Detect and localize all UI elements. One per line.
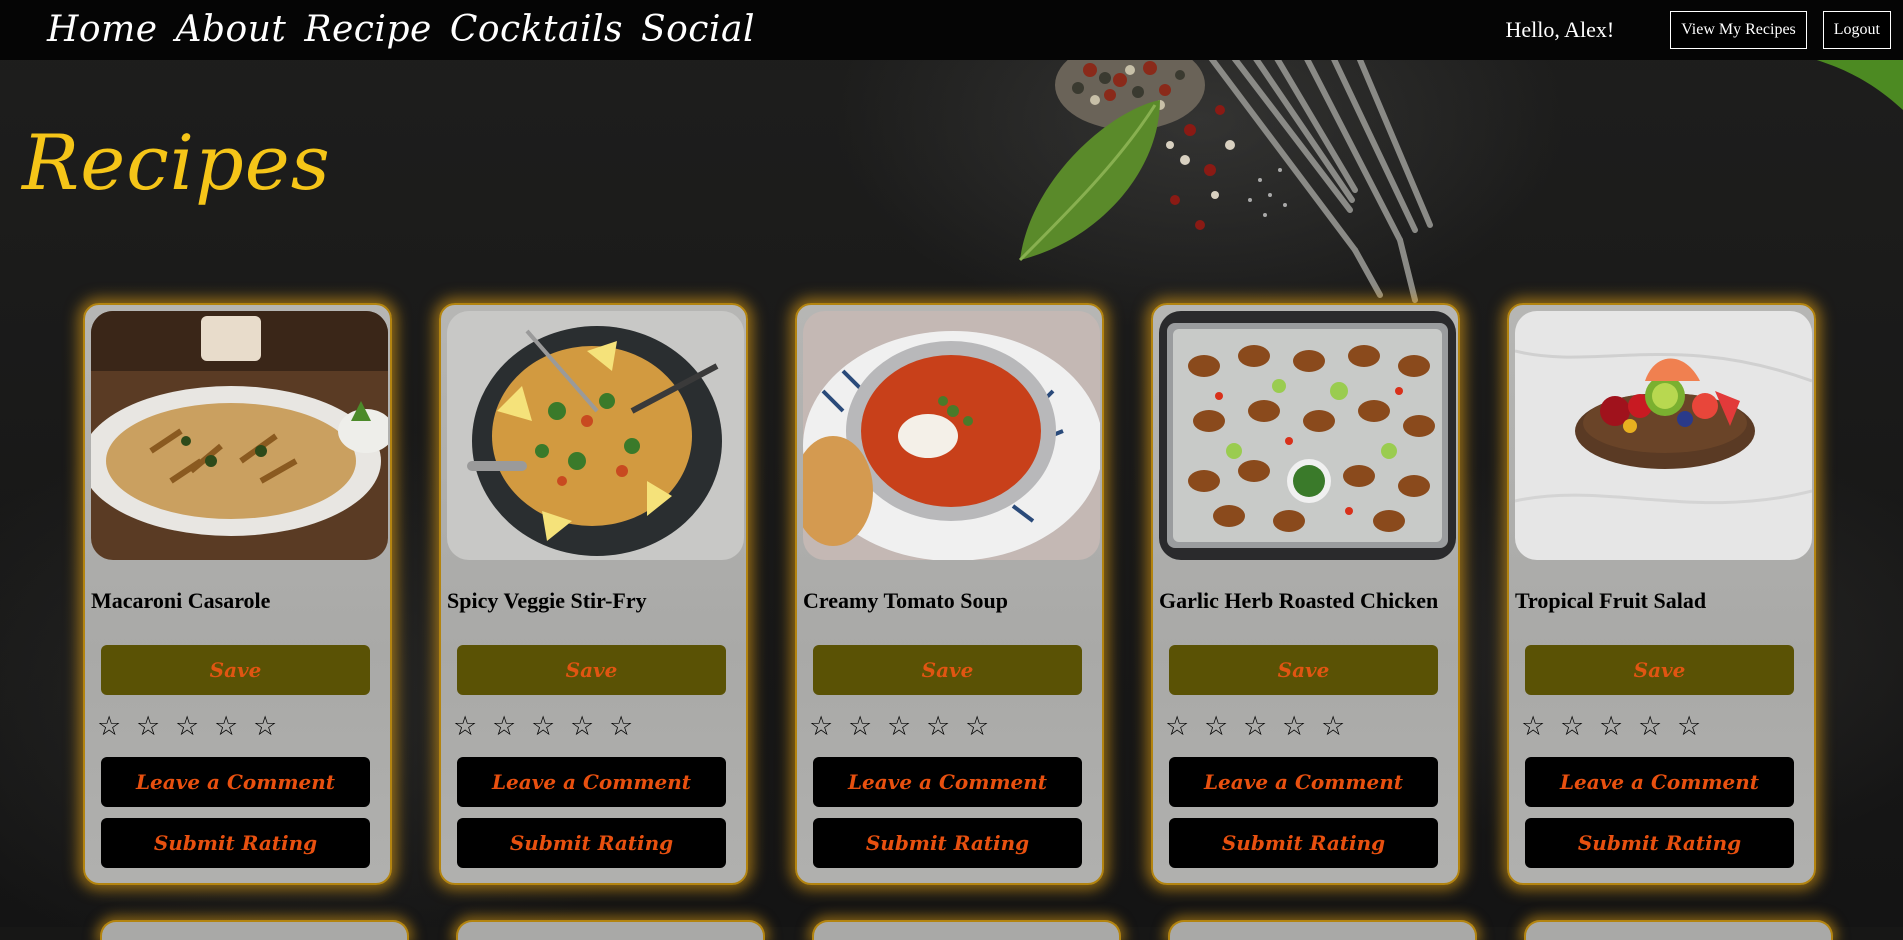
submit-rating-button[interactable]: Submit Rating (813, 818, 1082, 868)
star-icon[interactable]: ☆ (1521, 713, 1560, 740)
star-icon[interactable]: ☆ (1282, 713, 1321, 740)
nav-link-cocktails[interactable]: Cocktails (450, 12, 623, 48)
star-icon[interactable]: ☆ (214, 713, 253, 740)
save-button[interactable]: Save (1169, 645, 1438, 695)
star-icon[interactable]: ☆ (97, 713, 136, 740)
star-icon[interactable]: ☆ (253, 713, 292, 740)
nav-link-about[interactable]: About (176, 12, 287, 48)
recipe-card-partial (1168, 920, 1477, 940)
recipe-name: Spicy Veggie Stir-Fry (447, 588, 647, 613)
recipe-name: Tropical Fruit Salad (1515, 588, 1707, 613)
user-greeting: Hello, Alex! (1505, 17, 1615, 42)
star-rating: ☆ ☆ ☆ ☆ ☆ (1165, 713, 1360, 740)
star-icon[interactable]: ☆ (1638, 713, 1677, 740)
save-button[interactable]: Save (813, 645, 1082, 695)
star-icon[interactable]: ☆ (531, 713, 570, 740)
recipe-name: Macaroni Casarole (91, 588, 271, 613)
recipe-card-partial (456, 920, 765, 940)
star-icon[interactable]: ☆ (570, 713, 609, 740)
view-my-recipes-button[interactable]: View My Recipes (1670, 11, 1807, 49)
star-icon[interactable]: ☆ (926, 713, 965, 740)
star-icon[interactable]: ☆ (453, 713, 492, 740)
leave-comment-button[interactable]: Leave a Comment (813, 757, 1082, 807)
recipe-image (447, 311, 744, 560)
top-nav-bar: Home About Recipe Cocktails Social Hello… (0, 0, 1903, 60)
star-icon[interactable]: ☆ (848, 713, 887, 740)
leave-comment-button[interactable]: Leave a Comment (1169, 757, 1438, 807)
recipe-card-partial (1524, 920, 1833, 940)
recipe-card: Garlic Herb Roasted Chicken Save ☆ ☆ ☆ ☆… (1151, 303, 1460, 885)
nav-link-home[interactable]: Home (47, 12, 158, 48)
save-button[interactable]: Save (457, 645, 726, 695)
recipe-card: Macaroni Casarole Save ☆ ☆ ☆ ☆ ☆ Leave a… (83, 303, 392, 885)
star-icon[interactable]: ☆ (609, 713, 648, 740)
star-rating: ☆ ☆ ☆ ☆ ☆ (1521, 713, 1716, 740)
star-icon[interactable]: ☆ (492, 713, 531, 740)
recipe-name: Creamy Tomato Soup (803, 588, 1008, 613)
recipe-image (1515, 311, 1812, 560)
star-icon[interactable]: ☆ (809, 713, 848, 740)
save-button[interactable]: Save (1525, 645, 1794, 695)
star-rating: ☆ ☆ ☆ ☆ ☆ (809, 713, 1004, 740)
spices-forks-decoration (1018, 50, 1903, 303)
nav-user-area: Hello, Alex! View My Recipes Logout (1505, 11, 1891, 49)
star-icon[interactable]: ☆ (1677, 713, 1716, 740)
star-icon[interactable]: ☆ (965, 713, 1004, 740)
star-icon[interactable]: ☆ (136, 713, 175, 740)
nav-link-recipe[interactable]: Recipe (304, 12, 431, 48)
submit-rating-button[interactable]: Submit Rating (1169, 818, 1438, 868)
recipe-card: Creamy Tomato Soup Save ☆ ☆ ☆ ☆ ☆ Leave … (795, 303, 1104, 885)
leave-comment-button[interactable]: Leave a Comment (457, 757, 726, 807)
star-icon[interactable]: ☆ (887, 713, 926, 740)
star-icon[interactable]: ☆ (1165, 713, 1204, 740)
star-icon[interactable]: ☆ (1560, 713, 1599, 740)
recipe-card: Spicy Veggie Stir-Fry Save ☆ ☆ ☆ ☆ ☆ Lea… (439, 303, 748, 885)
star-rating: ☆ ☆ ☆ ☆ ☆ (97, 713, 292, 740)
recipe-name: Garlic Herb Roasted Chicken (1159, 588, 1439, 613)
recipe-card: Tropical Fruit Salad Save ☆ ☆ ☆ ☆ ☆ Leav… (1507, 303, 1816, 885)
recipe-image (91, 311, 388, 560)
recipe-card-partial (100, 920, 409, 940)
leave-comment-button[interactable]: Leave a Comment (1525, 757, 1794, 807)
star-rating: ☆ ☆ ☆ ☆ ☆ (453, 713, 648, 740)
recipe-card-partial (812, 920, 1121, 940)
star-icon[interactable]: ☆ (175, 713, 214, 740)
save-button[interactable]: Save (101, 645, 370, 695)
nav-links: Home About Recipe Cocktails Social (47, 0, 773, 60)
submit-rating-button[interactable]: Submit Rating (457, 818, 726, 868)
star-icon[interactable]: ☆ (1243, 713, 1282, 740)
recipe-image (1159, 311, 1456, 560)
submit-rating-button[interactable]: Submit Rating (1525, 818, 1794, 868)
logout-button[interactable]: Logout (1822, 11, 1891, 49)
recipe-image (803, 311, 1100, 560)
leave-comment-button[interactable]: Leave a Comment (101, 757, 370, 807)
submit-rating-button[interactable]: Submit Rating (101, 818, 370, 868)
star-icon[interactable]: ☆ (1599, 713, 1638, 740)
star-icon[interactable]: ☆ (1321, 713, 1360, 740)
star-icon[interactable]: ☆ (1204, 713, 1243, 740)
nav-link-social[interactable]: Social (641, 12, 755, 48)
page-title: Recipes (22, 118, 331, 207)
